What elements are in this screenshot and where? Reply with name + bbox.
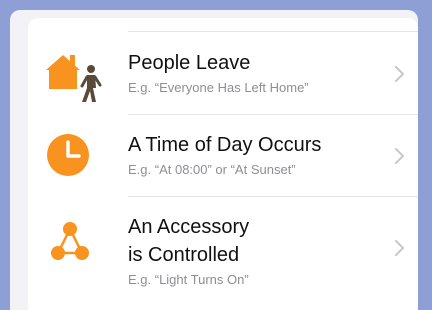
clock-icon xyxy=(46,129,112,189)
trigger-title: A Time of Day Occurs xyxy=(128,134,322,156)
trigger-people-leave[interactable]: People Leave E.g. “Everyone Has Left Hom… xyxy=(28,33,418,115)
accessory-network-icon xyxy=(46,219,112,279)
trigger-subtitle: E.g. “Light Turns On” xyxy=(128,272,249,287)
chevron-right-icon xyxy=(395,148,404,164)
trigger-title: People Leave xyxy=(128,52,251,74)
trigger-time-of-day[interactable]: A Time of Day Occurs E.g. “At 08:00” or … xyxy=(28,115,418,197)
divider xyxy=(128,31,418,32)
chevron-right-icon xyxy=(395,66,404,82)
trigger-accessory-controlled[interactable]: An Accessory is Controlled E.g. “Light T… xyxy=(28,197,418,297)
trigger-subtitle: E.g. “At 08:00” or “At Sunset” xyxy=(128,162,296,177)
trigger-title-line1: An Accessory xyxy=(128,216,250,238)
chevron-right-icon xyxy=(395,240,404,256)
trigger-title-line2: is Controlled xyxy=(128,244,240,266)
automation-sheet: People Leave E.g. “Everyone Has Left Hom… xyxy=(10,10,418,310)
home-person-leaving-icon xyxy=(46,47,112,107)
trigger-subtitle: E.g. “Everyone Has Left Home” xyxy=(128,80,309,95)
trigger-list: People Leave E.g. “Everyone Has Left Hom… xyxy=(28,18,418,310)
